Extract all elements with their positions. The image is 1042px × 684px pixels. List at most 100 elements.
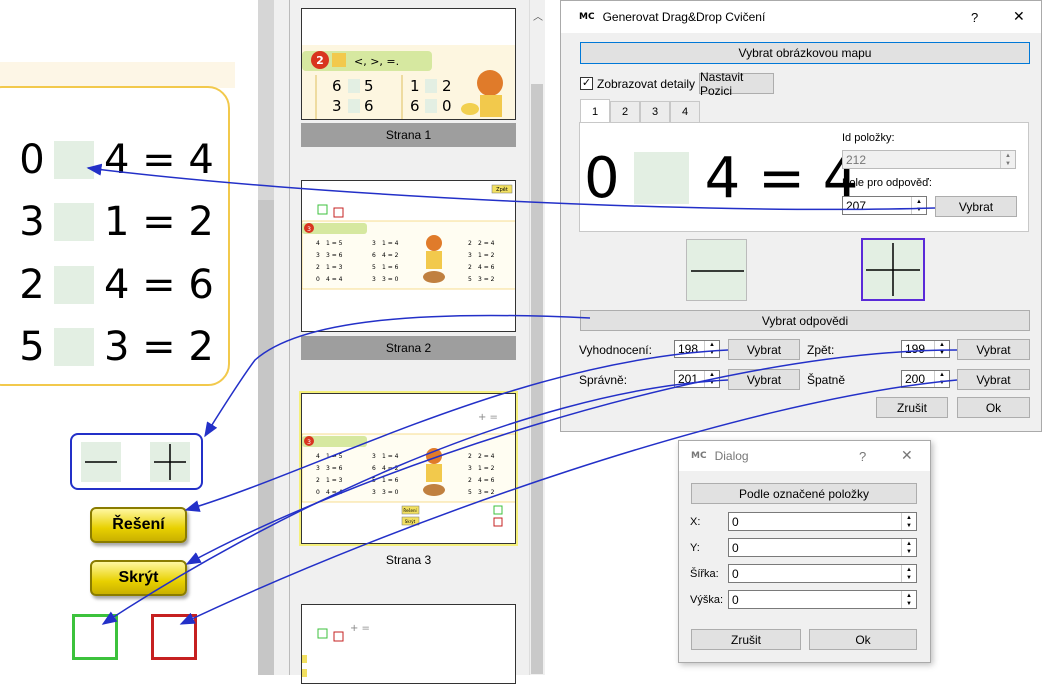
svg-text:3 = 2: 3 = 2 — [478, 489, 495, 496]
page-caption-2[interactable]: Strana 2 — [301, 336, 516, 360]
select-correct-button[interactable]: Vybrat — [728, 369, 800, 390]
svg-text:4 = 4: 4 = 4 — [326, 489, 343, 496]
svg-text:2 = 4: 2 = 4 — [478, 453, 495, 460]
page-4-preview: + = — [302, 623, 370, 677]
svg-text:5: 5 — [372, 264, 376, 271]
svg-text:0: 0 — [316, 489, 320, 496]
page-thumbnail-1[interactable]: 2 <, >, =. 6 5 1 2 3 6 6 0 — [301, 8, 516, 120]
svg-text:5: 5 — [468, 489, 472, 496]
minus-answer-option[interactable] — [686, 239, 747, 301]
width-spinbox[interactable]: 0 ▲ ▼ — [728, 564, 917, 583]
svg-text:3 = 6: 3 = 6 — [326, 465, 343, 472]
svg-text:3: 3 — [307, 226, 311, 233]
equation-row: 5 3 = 2 — [19, 324, 214, 370]
answer-options-panel — [70, 433, 203, 490]
tab-1[interactable]: 1 — [580, 99, 610, 123]
x-spinbox[interactable]: 0 ▲ ▼ — [728, 512, 917, 531]
dialog2-titlebar: MC Dialog ? ✕ — [679, 441, 930, 471]
evaluation-spinbox[interactable]: 198 ▲ ▼ — [674, 340, 720, 358]
svg-text:Skrýt: Skrýt — [405, 519, 416, 524]
y-spinbox[interactable]: 0 ▲ ▼ — [728, 538, 917, 557]
spin-arrows-icon[interactable]: ▲ ▼ — [934, 371, 949, 387]
width-label: Šířka: — [690, 568, 719, 580]
hide-button[interactable]: Skrýt — [90, 560, 187, 596]
close-icon[interactable]: ✕ — [1013, 8, 1025, 25]
minus-tile[interactable] — [81, 442, 121, 482]
dialog-titlebar: MC Generovat Drag&Drop Cvičení ? ✕ — [561, 1, 1041, 33]
answer-drop-zone[interactable] — [54, 141, 94, 179]
answer-drop-zone[interactable] — [54, 266, 94, 304]
plus-answer-option[interactable] — [861, 238, 925, 301]
height-spinbox[interactable]: 0 ▲ ▼ — [728, 590, 917, 609]
set-position-button[interactable]: Nastavit Pozici — [699, 70, 774, 98]
item-id-spinbox[interactable]: 212 ▲ ▼ — [842, 150, 1016, 169]
dialog2-cancel-button[interactable]: Zrušit — [691, 629, 801, 650]
correct-spinbox[interactable]: 201 ▲ ▼ — [674, 370, 720, 388]
select-image-map-button[interactable]: Vybrat obrázkovou mapu — [580, 42, 1030, 64]
back-spinbox[interactable]: 199 ▲ ▼ — [901, 340, 950, 358]
svg-text:5: 5 — [372, 477, 376, 484]
spin-arrows-icon[interactable]: ▲ ▼ — [704, 371, 719, 387]
svg-text:1 = 3: 1 = 3 — [326, 477, 343, 484]
select-back-button[interactable]: Vybrat — [957, 339, 1030, 360]
svg-text:3: 3 — [372, 453, 376, 460]
answer-field-spinbox[interactable]: 207 ▲ ▼ — [842, 196, 927, 215]
help-button[interactable]: ? — [859, 449, 866, 464]
svg-text:3: 3 — [316, 465, 320, 472]
divider — [289, 0, 290, 675]
svg-text:+ =: + = — [350, 623, 370, 634]
page-thumbnail-3[interactable]: + = 3 4 1 = 5 3 1 = 4 2 2 = 4 3 3 = 6 6 4 = 2… — [301, 393, 516, 544]
show-details-checkbox[interactable]: ✓ — [580, 77, 593, 90]
dialog2-ok-button[interactable]: Ok — [809, 629, 917, 650]
cancel-button[interactable]: Zrušit — [876, 397, 948, 418]
spin-arrows-icon[interactable]: ▲ ▼ — [901, 591, 916, 608]
select-answers-button[interactable]: Vybrat odpovědi — [580, 310, 1030, 331]
by-selected-item-button[interactable]: Podle označené položky — [691, 483, 917, 504]
answer-drop-zone[interactable] — [54, 328, 94, 366]
spin-arrows-icon[interactable]: ▲ ▼ — [901, 539, 916, 556]
answer-field-label: Pole pro odpověď: — [842, 177, 932, 189]
svg-text:1 = 5: 1 = 5 — [326, 240, 343, 247]
page-caption-3[interactable]: Strana 3 — [301, 548, 516, 572]
splitter-scroll-handle[interactable] — [258, 200, 274, 675]
wrong-spinbox[interactable]: 200 ▲ ▼ — [901, 370, 950, 388]
evaluation-label: Vyhodnocení: — [579, 343, 652, 357]
spin-arrows-icon[interactable]: ▲ ▼ — [704, 341, 719, 357]
spin-arrows-icon[interactable]: ▲ ▼ — [901, 565, 916, 582]
spin-arrows-icon[interactable]: ▲ ▼ — [911, 197, 926, 214]
spin-arrows-icon[interactable]: ▲ ▼ — [901, 513, 916, 530]
spin-arrows-icon[interactable]: ▲ ▼ — [934, 341, 949, 357]
select-answer-field-button[interactable]: Vybrat — [935, 196, 1017, 217]
svg-text:4: 4 — [316, 240, 320, 247]
tab-2[interactable]: 2 — [610, 101, 640, 122]
svg-text:3: 3 — [372, 489, 376, 496]
svg-text:4: 4 — [316, 453, 320, 460]
svg-text:Zpět: Zpět — [496, 186, 508, 193]
select-wrong-button[interactable]: Vybrat — [957, 369, 1030, 390]
show-details-label: Zobrazovat detaily — [597, 77, 696, 91]
help-button[interactable]: ? — [971, 10, 978, 25]
svg-text:1 = 4: 1 = 4 — [382, 453, 399, 460]
close-icon[interactable]: ✕ — [901, 447, 913, 464]
tab-4[interactable]: 4 — [670, 101, 700, 122]
ok-button[interactable]: Ok — [957, 397, 1030, 418]
answer-drop-zone[interactable] — [54, 203, 94, 241]
tab-3[interactable]: 3 — [640, 101, 670, 122]
app-logo: MC — [691, 451, 707, 461]
solution-button[interactable]: Řešení — [90, 507, 187, 543]
page-caption-1[interactable]: Strana 1 — [301, 123, 516, 147]
scroll-up-icon[interactable]: ︿ — [533, 8, 543, 23]
page-1-preview: 2 <, >, =. 6 5 1 2 3 6 6 0 — [302, 45, 515, 119]
thumbnails-scroll-handle[interactable] — [531, 84, 543, 674]
page-thumbnail-4[interactable]: + = — [301, 604, 516, 684]
svg-text:2: 2 — [468, 240, 472, 247]
select-evaluation-button[interactable]: Vybrat — [728, 339, 800, 360]
page-thumbnail-2[interactable]: Zpět 3 4 1 = 5 3 1 = 4 2 2 = 4 3 3 = 6 6 4 = … — [301, 180, 516, 332]
svg-text:3: 3 — [332, 97, 342, 115]
svg-text:3: 3 — [468, 252, 472, 259]
plus-tile[interactable] — [150, 442, 190, 482]
svg-text:2: 2 — [316, 54, 324, 67]
svg-text:3 = 6: 3 = 6 — [326, 252, 343, 259]
item-id-label: Id položky: — [842, 132, 895, 144]
spin-arrows-icon[interactable]: ▲ ▼ — [1000, 151, 1015, 168]
